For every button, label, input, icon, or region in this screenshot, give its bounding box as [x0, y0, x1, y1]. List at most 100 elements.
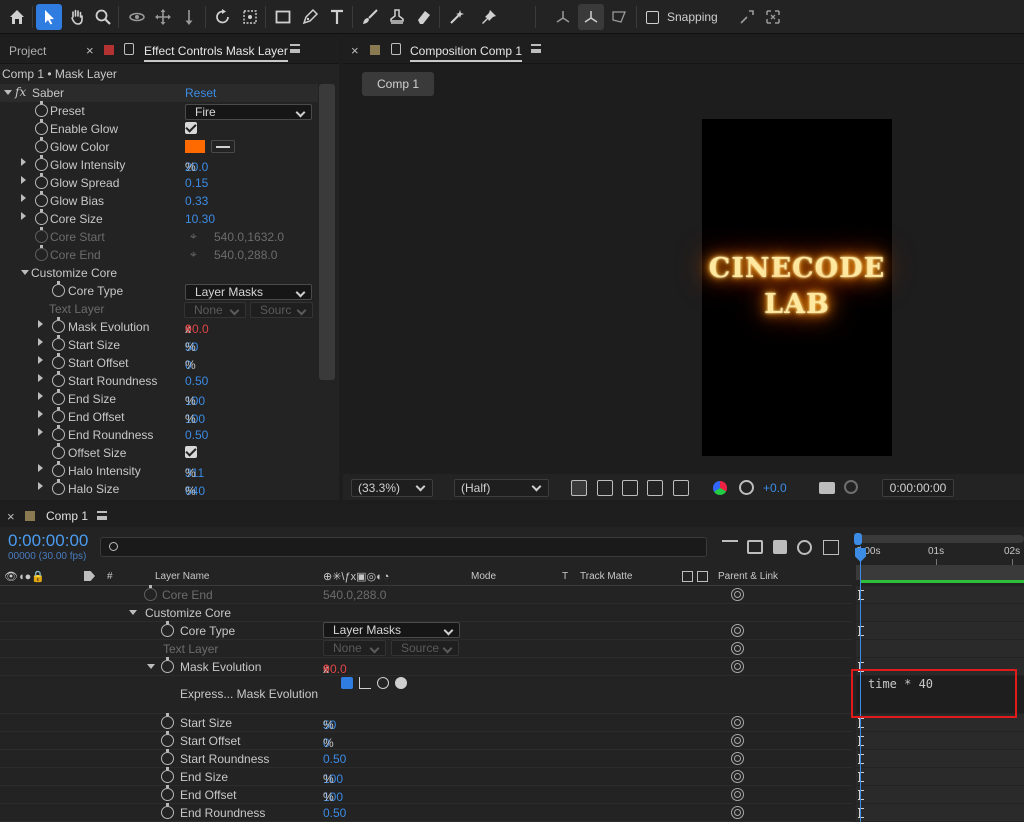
zoom-icon[interactable] — [90, 4, 116, 30]
stopwatch-icon[interactable] — [52, 389, 65, 405]
pick-whip-icon[interactable] — [731, 806, 744, 819]
exposure-value[interactable]: +0.0 — [763, 481, 787, 495]
clone-stamp-icon[interactable] — [384, 4, 410, 30]
label-tag-icon[interactable] — [84, 571, 95, 581]
scrollbar[interactable] — [319, 84, 335, 380]
stopwatch-icon[interactable] — [161, 657, 174, 673]
panel-menu-icon[interactable] — [97, 511, 107, 520]
snapping-toggle[interactable]: Snapping — [646, 8, 718, 26]
column-mode[interactable]: Mode — [471, 571, 496, 582]
stopwatch-icon[interactable] — [35, 155, 48, 171]
stopwatch-icon[interactable] — [35, 209, 48, 225]
chevron-down-icon[interactable] — [147, 664, 155, 669]
selection-arrow-icon[interactable] — [36, 4, 62, 30]
chevron-right-icon[interactable] — [21, 194, 26, 202]
pick-whip-icon[interactable] — [731, 734, 744, 747]
timeline-timecode[interactable]: 0:00:00:00 — [8, 531, 88, 551]
chevron-right-icon[interactable] — [38, 464, 43, 472]
view-axis-icon[interactable] — [606, 4, 632, 30]
column-track-matte[interactable]: Track Matte — [580, 571, 632, 582]
composition-canvas[interactable]: CINECODE LAB — [702, 119, 892, 456]
stopwatch-icon[interactable] — [161, 713, 174, 729]
transparency-grid-icon[interactable] — [597, 480, 613, 496]
stopwatch-icon[interactable] — [52, 425, 65, 441]
chevron-down-icon[interactable] — [21, 270, 29, 275]
core-type-dropdown[interactable]: Layer Masks — [185, 284, 312, 300]
stopwatch-icon[interactable] — [35, 101, 48, 117]
enable-glow-checkbox[interactable] — [185, 122, 197, 134]
stopwatch-icon[interactable] — [35, 119, 48, 135]
chevron-right-icon[interactable] — [38, 374, 43, 382]
eraser-icon[interactable] — [411, 4, 437, 30]
current-time-display[interactable]: 0:00:00:00 — [882, 479, 954, 497]
roto-brush-icon[interactable] — [444, 4, 470, 30]
rectangle-icon[interactable] — [270, 4, 296, 30]
tab-timeline-comp[interactable]: Comp 1 — [46, 509, 88, 523]
stopwatch-icon[interactable] — [161, 785, 174, 801]
close-tab-icon[interactable]: × — [86, 43, 94, 58]
stopwatch-icon[interactable] — [35, 137, 48, 153]
fast-previews-icon[interactable] — [571, 480, 587, 496]
guides-icon[interactable] — [673, 480, 689, 496]
home-icon[interactable] — [4, 4, 30, 30]
stopwatch-icon[interactable] — [52, 407, 65, 423]
glow-spread-value[interactable]: 0.15 — [185, 176, 208, 190]
tab-composition[interactable]: Composition Comp 1 — [410, 38, 523, 64]
track-row[interactable] — [856, 732, 1024, 750]
expression-graph-icon[interactable] — [359, 677, 371, 689]
stopwatch-icon[interactable] — [52, 479, 65, 495]
tl-core-type-dropdown[interactable]: Layer Masks — [323, 622, 460, 638]
track-row[interactable] — [856, 640, 1024, 658]
chevron-right-icon[interactable] — [38, 320, 43, 328]
tab-project[interactable]: Project — [9, 38, 46, 64]
pen-icon[interactable] — [297, 4, 323, 30]
chevron-right-icon[interactable] — [38, 356, 43, 364]
chevron-right-icon[interactable] — [21, 212, 26, 220]
end-roundness-value[interactable]: 0.50 — [185, 428, 208, 442]
chevron-right-icon[interactable] — [38, 428, 43, 436]
stopwatch-icon[interactable] — [52, 371, 65, 387]
stopwatch-icon[interactable] — [161, 731, 174, 747]
preset-dropdown[interactable]: Fire — [185, 104, 312, 120]
chevron-down-icon[interactable] — [129, 610, 137, 615]
pick-whip-icon[interactable] — [731, 788, 744, 801]
comp-breadcrumb-tab[interactable]: Comp 1 — [362, 72, 434, 96]
panel-menu-icon[interactable] — [531, 44, 541, 53]
work-area-start-handle[interactable] — [854, 533, 862, 545]
track-row[interactable] — [856, 804, 1024, 822]
glow-color-swatch[interactable] — [185, 140, 205, 153]
stopwatch-icon[interactable] — [161, 803, 174, 819]
stopwatch-icon[interactable] — [35, 173, 48, 189]
expression-language-menu-icon[interactable] — [395, 677, 407, 689]
time-ruler[interactable]: 0:00s 01s 02s — [856, 546, 1024, 566]
brush-icon[interactable] — [357, 4, 383, 30]
effect-header-saber[interactable]: fx Saber Reset — [0, 84, 318, 102]
stopwatch-icon[interactable] — [161, 749, 174, 765]
pick-whip-icon[interactable] — [731, 588, 744, 601]
lock-icon[interactable] — [391, 43, 401, 55]
resolution-dropdown[interactable]: (Half) — [454, 479, 549, 497]
close-tab-icon[interactable]: × — [7, 509, 15, 524]
track-row[interactable] — [856, 786, 1024, 804]
color-management-icon[interactable] — [739, 480, 754, 495]
pick-whip-icon[interactable] — [731, 642, 744, 655]
glow-bias-value[interactable]: 0.33 — [185, 194, 208, 208]
chevron-right-icon[interactable] — [38, 392, 43, 400]
world-axis-icon[interactable] — [578, 4, 604, 30]
mask-visibility-icon[interactable] — [622, 480, 638, 496]
composition-viewer[interactable] — [343, 64, 1024, 474]
color-channels-icon[interactable] — [713, 481, 727, 495]
column-parent-link[interactable]: Parent & Link — [718, 571, 778, 582]
dolly-camera-icon[interactable] — [176, 4, 202, 30]
pick-whip-icon[interactable] — [731, 624, 744, 637]
chevron-right-icon[interactable] — [21, 176, 26, 184]
track-row[interactable] — [856, 750, 1024, 768]
stopwatch-icon[interactable] — [52, 335, 65, 351]
av-switches-icons[interactable]: 👁◖●🔒 — [4, 570, 45, 583]
orbit-camera-icon[interactable] — [124, 4, 150, 30]
stopwatch-icon[interactable] — [161, 621, 174, 637]
column-layer-name[interactable]: Layer Name — [155, 571, 209, 582]
chevron-right-icon[interactable] — [38, 482, 43, 490]
comp-flowchart-icon[interactable] — [722, 540, 738, 554]
puppet-pin-icon[interactable] — [476, 4, 502, 30]
